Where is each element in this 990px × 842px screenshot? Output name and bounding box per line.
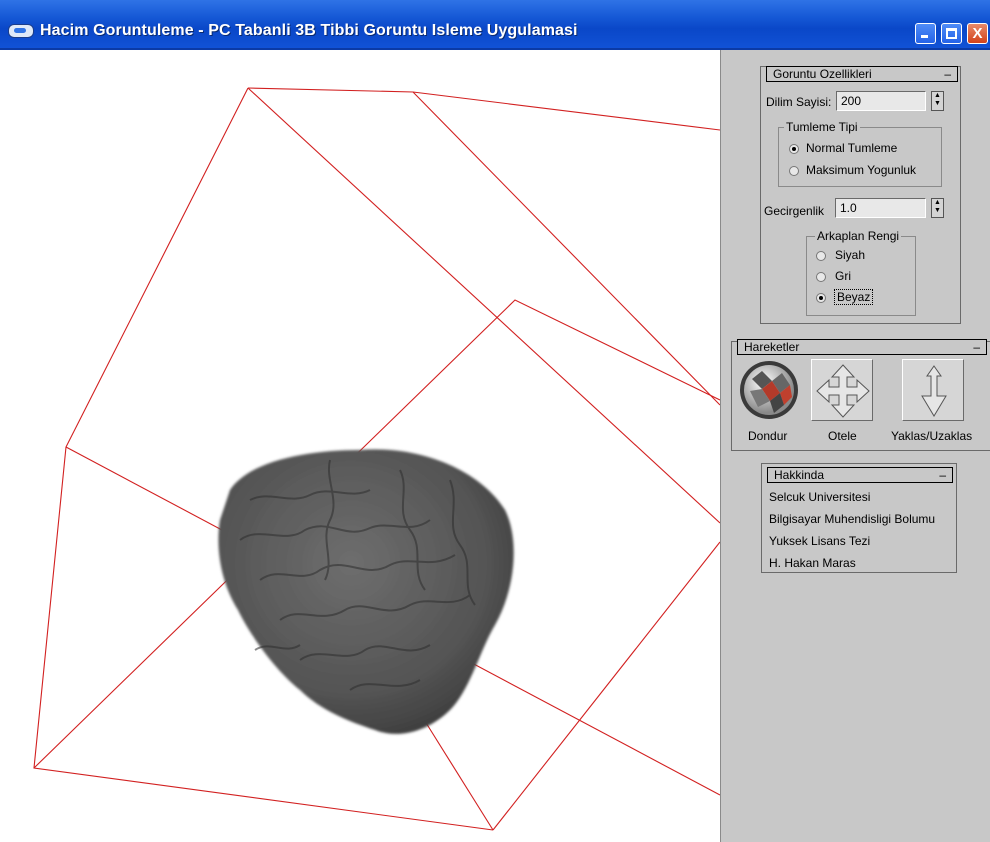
pan-tool-label[interactable]: Otele xyxy=(828,429,857,443)
motions-title: Hareketler xyxy=(744,340,800,354)
render-type-title: Tumleme Tipi xyxy=(784,120,860,134)
radio-normal-render-label[interactable]: Normal Tumleme xyxy=(806,141,897,155)
move-arrows-icon xyxy=(816,364,870,418)
radio-white[interactable] xyxy=(816,293,826,303)
about-line: H. Hakan Maras xyxy=(769,556,856,570)
image-properties-header[interactable]: Goruntu Ozellikleri – xyxy=(766,66,958,82)
zoom-tool-label[interactable]: Yaklas/Uzaklas xyxy=(891,429,972,443)
radio-max-intensity-label[interactable]: Maksimum Yogunluk xyxy=(806,163,916,177)
about-line: Bilgisayar Muhendisligi Bolumu xyxy=(769,512,936,526)
about-line: Yuksek Lisans Tezi xyxy=(769,534,871,548)
maximize-button[interactable] xyxy=(941,23,962,44)
minimize-button[interactable] xyxy=(915,23,936,44)
app-icon[interactable] xyxy=(8,24,34,38)
slice-count-spinner[interactable]: ▲ ▼ xyxy=(931,91,944,111)
control-panel: Goruntu Ozellikleri – Dilim Sayisi: 200 … xyxy=(720,50,990,842)
radio-normal-render[interactable] xyxy=(789,144,799,154)
rotate-sphere-icon xyxy=(740,361,798,419)
slice-count-field[interactable]: 200 xyxy=(836,91,926,111)
collapse-icon[interactable]: – xyxy=(973,340,980,354)
motions-header[interactable]: Hareketler – xyxy=(737,339,987,355)
window-title: Hacim Goruntuleme - PC Tabanli 3B Tibbi … xyxy=(40,22,578,39)
radio-gray[interactable] xyxy=(816,272,826,282)
radio-max-intensity[interactable] xyxy=(789,166,799,176)
radio-black[interactable] xyxy=(816,251,826,261)
about-title: Hakkinda xyxy=(774,468,825,482)
volume-scene xyxy=(33,87,720,831)
radio-white-label[interactable]: Beyaz xyxy=(833,289,874,305)
opacity-label: Gecirgenlik xyxy=(764,204,825,218)
radio-gray-label[interactable]: Gri xyxy=(835,269,851,283)
about-header[interactable]: Hakkinda – xyxy=(767,467,953,483)
render-type-group xyxy=(778,127,942,187)
image-properties-title: Goruntu Ozellikleri xyxy=(773,67,872,81)
background-color-title: Arkaplan Rengi xyxy=(815,229,902,243)
collapse-icon[interactable]: – xyxy=(944,67,951,81)
opacity-field[interactable]: 1.0 xyxy=(835,198,926,218)
zoom-tool-button[interactable] xyxy=(902,359,964,421)
rotate-tool-label[interactable]: Dondur xyxy=(748,429,787,443)
opacity-spinner[interactable]: ▲ ▼ xyxy=(931,198,944,218)
maximize-icon xyxy=(942,24,961,43)
rotate-tool-button[interactable] xyxy=(738,359,800,421)
pan-tool-button[interactable] xyxy=(811,359,873,421)
slice-count-label: Dilim Sayisi: xyxy=(766,95,832,109)
collapse-icon[interactable]: – xyxy=(939,468,946,482)
radio-black-label[interactable]: Siyah xyxy=(835,248,865,262)
close-icon: X xyxy=(972,25,983,42)
about-line: Selcuk Universitesi xyxy=(769,490,871,504)
zoom-arrows-icon xyxy=(921,365,947,417)
close-button[interactable]: X xyxy=(967,23,988,44)
minimize-icon xyxy=(916,24,935,43)
title-bar[interactable]: Hacim Goruntuleme - PC Tabanli 3B Tibbi … xyxy=(0,0,990,50)
volume-viewport[interactable] xyxy=(0,50,720,842)
